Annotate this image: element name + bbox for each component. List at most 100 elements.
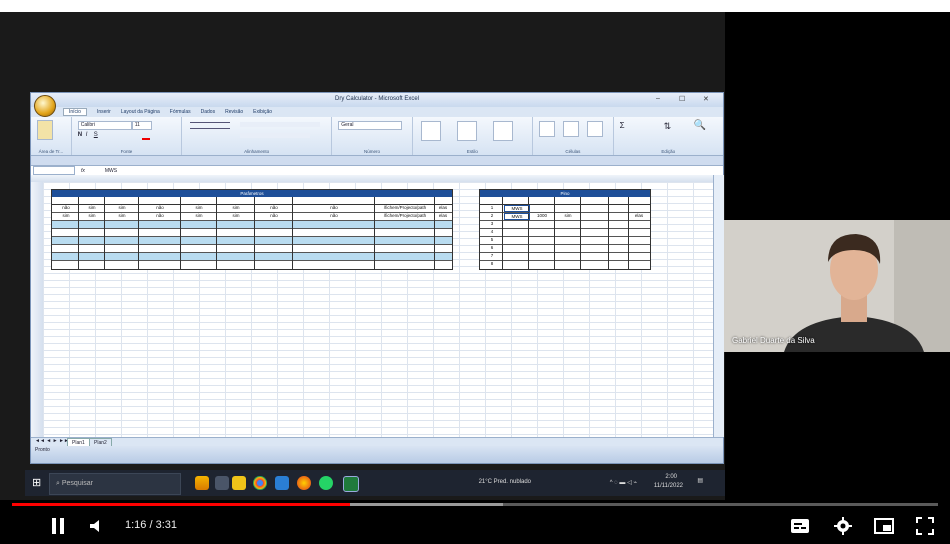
autosum-icon[interactable]: Σ [620, 121, 625, 130]
pino-table: Pino 1 2 3 4 5 6 7 8 MWS MWS 1000 sim el… [479, 189, 651, 270]
video-frame: Dry Calculator - Microsoft Excel – ☐ ✕ I… [0, 12, 725, 500]
format-cells-icon[interactable] [587, 121, 604, 137]
worksheet-grid[interactable]: Parâmetros não sim sim não sim sim não n… [31, 175, 713, 437]
insert-cells-icon[interactable] [539, 121, 556, 137]
table-row[interactable] [480, 237, 650, 245]
tab-inserir[interactable]: Inserir [97, 109, 111, 115]
window-title: Dry Calculator - Microsoft Excel [334, 96, 420, 102]
weather-text[interactable]: 21°C Pred. nublado [479, 479, 531, 485]
subtitles-icon[interactable] [790, 518, 810, 534]
maximize-icon[interactable]: ☐ [679, 95, 685, 103]
ribbon-tabs: Início Inserir Layout da Página Fórmulas… [31, 107, 723, 117]
group-clipboard: Área de Tr... [31, 117, 72, 155]
tray-icons[interactable]: ^ ◌ ▬ ◁ ⌁ [610, 479, 637, 486]
number-format-select[interactable]: Geral [338, 121, 403, 130]
parameters-table-header: Parâmetros [52, 190, 452, 197]
selected-cell[interactable]: MWS [504, 205, 530, 212]
taskbar-search[interactable]: ⌕ Pesquisar [49, 473, 181, 495]
video-player[interactable]: Dry Calculator - Microsoft Excel – ☐ ✕ I… [0, 0, 950, 544]
quick-access-toolbar [31, 156, 723, 166]
font-size-select[interactable]: 11 [131, 121, 152, 130]
tab-formulas[interactable]: Fórmulas [170, 109, 191, 115]
windows-taskbar: ⊞ ⌕ Pesquisar 21°C Pred. nublado ^ ◌ ▬ ◁… [25, 470, 725, 496]
volume-icon[interactable] [88, 518, 104, 534]
progress-bar[interactable] [12, 503, 938, 506]
presenter-name: Gabriel Duarte da Silva [732, 336, 815, 345]
conditional-format-icon[interactable] [420, 121, 441, 141]
widget-icon[interactable] [195, 476, 209, 490]
group-font: Calibri 11 N I S Fonte [72, 117, 183, 155]
parameters-column-row [52, 197, 452, 205]
mail-icon[interactable] [275, 476, 289, 490]
office-button-icon[interactable] [34, 95, 56, 117]
active-cell[interactable]: MWS [504, 213, 530, 220]
table-row[interactable] [52, 237, 452, 245]
file-explorer-icon[interactable] [232, 476, 246, 490]
group-alignment: Alinhamento [182, 117, 333, 155]
taskbar-search-placeholder: Pesquisar [61, 480, 94, 487]
windows-start-icon[interactable]: ⊞ [32, 477, 44, 489]
parameters-table: Parâmetros não sim sim não sim sim não n… [51, 189, 453, 270]
status-text: Pronto [35, 447, 50, 453]
group-style: Estilo [413, 117, 534, 155]
table-row[interactable] [480, 221, 650, 229]
player-controls: 1:16 / 3:31 [0, 510, 950, 544]
table-row[interactable] [52, 221, 452, 229]
delete-cells-icon[interactable] [563, 121, 580, 137]
notification-icon[interactable]: ▤ [697, 477, 703, 484]
clock-date[interactable]: 11/11/2022 [654, 483, 683, 489]
align-icons[interactable] [190, 122, 231, 129]
group-number: Geral Número [332, 117, 413, 155]
group-cells: Células [533, 117, 614, 155]
ribbon: Área de Tr... Calibri 11 N I S Fonte Ali… [31, 117, 723, 156]
name-box[interactable] [33, 166, 75, 175]
merge-center-button[interactable] [240, 133, 311, 138]
presenter-figure [724, 220, 950, 352]
table-row[interactable] [480, 229, 650, 237]
paste-icon[interactable] [37, 120, 53, 140]
bold-icon[interactable]: N [78, 132, 82, 138]
group-editing: Σ ⇅ 🔍 Edição [619, 120, 707, 154]
sheet-nav-icon[interactable]: ◄◄ ◄ ► ►► [35, 438, 69, 444]
pause-icon[interactable] [50, 517, 66, 535]
underline-icon[interactable]: S [94, 132, 98, 138]
time-display: 1:16 / 3:31 [125, 519, 177, 531]
tab-dados[interactable]: Dados [201, 109, 215, 115]
task-view-icon[interactable] [215, 476, 229, 490]
miniplayer-icon[interactable] [874, 518, 894, 534]
minimize-icon[interactable]: – [656, 95, 660, 102]
excel-statusbar: Pronto [31, 446, 723, 463]
vertical-scrollbar[interactable] [713, 175, 724, 437]
fx-icon[interactable]: fx [81, 168, 85, 174]
fullscreen-icon[interactable] [916, 517, 934, 535]
excel-titlebar: Dry Calculator - Microsoft Excel – ☐ ✕ [31, 93, 723, 117]
table-row[interactable] [480, 245, 650, 253]
table-row[interactable] [52, 229, 452, 237]
excel-taskbar-icon[interactable] [343, 476, 359, 492]
sort-filter-icon[interactable]: ⇅ [664, 121, 672, 132]
format-table-icon[interactable] [456, 121, 477, 141]
settings-gear-icon[interactable] [834, 517, 852, 535]
close-icon[interactable]: ✕ [703, 95, 709, 103]
firefox-icon[interactable] [297, 476, 311, 490]
webcam-overlay: Gabriel Duarte da Silva [724, 220, 950, 352]
top-strip [0, 0, 950, 12]
chrome-icon[interactable] [253, 476, 267, 490]
table-row[interactable] [480, 253, 650, 261]
table-row[interactable] [52, 245, 452, 253]
tab-exibicao[interactable]: Exibição [253, 109, 272, 115]
clock-time[interactable]: 2:00 [665, 474, 677, 480]
find-select-icon[interactable]: 🔍 [694, 120, 706, 131]
font-color-icon[interactable] [141, 132, 150, 140]
wrap-text-button[interactable] [240, 122, 321, 127]
cell-styles-icon[interactable] [492, 121, 513, 141]
formula-input[interactable]: MWS [105, 168, 117, 174]
whatsapp-icon[interactable] [319, 476, 333, 490]
tab-revisao[interactable]: Revisão [225, 109, 243, 115]
tab-layout[interactable]: Layout da Página [121, 109, 160, 115]
tab-inicio[interactable]: Início [63, 108, 87, 116]
font-name-select[interactable]: Calibri [77, 121, 132, 130]
table-row[interactable] [52, 253, 452, 261]
search-icon: ⌕ [56, 480, 60, 487]
italic-icon[interactable]: I [86, 132, 88, 138]
